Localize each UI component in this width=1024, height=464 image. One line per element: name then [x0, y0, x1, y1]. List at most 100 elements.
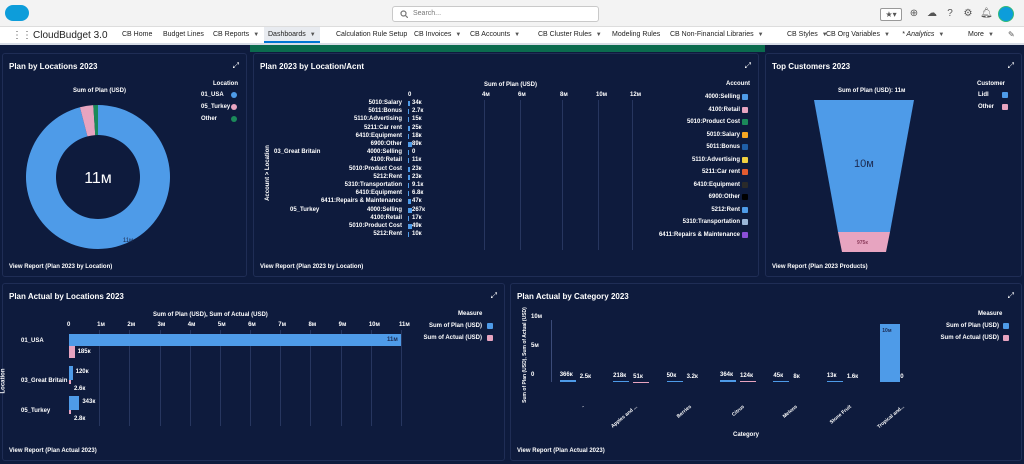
x-axis-category-label: Berries [675, 404, 693, 420]
bar-6411-repairs-maintenance[interactable] [408, 199, 412, 205]
chevron-down-icon[interactable]: ▼ [758, 27, 764, 43]
bar-plan-citrus[interactable] [720, 379, 736, 382]
bar-5212-rent[interactable] [408, 232, 409, 238]
bar-plan-05-turkey[interactable] [69, 396, 80, 410]
nav-tab-analytics[interactable]: * Analytics ▼ [898, 27, 948, 43]
user-avatar[interactable] [998, 6, 1014, 22]
bar-plan-[interactable] [559, 379, 576, 382]
nav-tab-cb-invoices[interactable]: CB Invoices ▼ [410, 27, 465, 43]
bar-5011-bonus[interactable] [408, 109, 409, 115]
bar-5211-car-rent[interactable] [408, 125, 410, 131]
bar-4000-selling[interactable] [408, 207, 412, 213]
nav-tab-cb-reports[interactable]: CB Reports ▼ [209, 27, 263, 43]
y-axis-title: Sum of Plan (USD), Sum of Actual (USD) [521, 307, 528, 403]
bar-6410-equipment[interactable] [408, 191, 409, 197]
chevron-down-icon[interactable]: ▼ [253, 27, 259, 43]
chevron-down-icon[interactable]: ▼ [938, 27, 944, 43]
view-report-link[interactable]: View Report (Plan 2023 by Location) [9, 264, 112, 270]
view-report-link[interactable]: View Report (Plan 2023 Products) [772, 264, 868, 270]
expand-icon[interactable]: ⤢ [1008, 291, 1014, 301]
legend-item-label: 4100:Retail [708, 106, 740, 113]
trailhead-icon[interactable]: ☁ [926, 8, 938, 20]
bar-5010-product-cost[interactable] [408, 224, 412, 229]
notifications-bell-icon[interactable]: 🔔︎ [980, 8, 993, 20]
bar-6410-equipment[interactable] [408, 133, 410, 139]
nav-tab-calculation-rule-setup[interactable]: Calculation Rule Setup [332, 27, 411, 43]
nav-tab-more[interactable]: More ▼ [964, 27, 998, 43]
bar-4100-retail[interactable] [408, 158, 409, 164]
nav-tab-cb-non-financial-libraries[interactable]: CB Non-Financial Libraries ▼ [666, 27, 768, 43]
bar-plan-03-great-britain[interactable] [69, 366, 73, 380]
view-report-link[interactable]: View Report (Plan Actual 2023) [517, 448, 605, 454]
bar-4100-retail[interactable] [408, 215, 410, 221]
bar-5212-rent[interactable] [408, 174, 410, 180]
bar-5110-advertising[interactable] [408, 117, 410, 123]
legend-item-label: 6411:Repairs & Maintenance [658, 231, 740, 238]
gridline [562, 100, 563, 250]
nav-tab-cb-home[interactable]: CB Home [118, 27, 156, 43]
chevron-down-icon[interactable]: ▼ [455, 27, 461, 43]
x-axis-tick: 8м [308, 322, 317, 328]
expand-icon[interactable]: ⤢ [491, 291, 497, 301]
bar-actual-value: 8к [793, 373, 800, 380]
app-launcher-icon[interactable]: ⋮⋮ [12, 31, 32, 41]
legend-item-label: Other [978, 104, 995, 110]
view-report-link[interactable]: View Report (Plan 2023 by Location) [260, 264, 363, 270]
x-axis-tick: 2м [127, 322, 136, 328]
bar-actual-05-turkey[interactable] [69, 410, 71, 414]
expand-icon[interactable]: ⤢ [745, 61, 751, 71]
donut-chart: 11м 11м [26, 105, 171, 249]
chevron-down-icon[interactable]: ▼ [310, 27, 316, 43]
nav-tab-budget-lines[interactable]: Budget Lines [159, 27, 208, 43]
bar-actual-citrus[interactable] [740, 381, 756, 382]
chevron-down-icon[interactable]: ▼ [596, 27, 602, 43]
nav-tab-cb-accounts[interactable]: CB Accounts ▼ [466, 27, 524, 43]
bar-value-label: 0 [412, 149, 416, 156]
legend-item-label: 4000:Selling [704, 94, 740, 100]
gear-icon[interactable]: ⚙ [962, 8, 974, 20]
bar-value-label: 9.1к [412, 182, 424, 188]
legend-title: Measure [978, 311, 1003, 317]
nav-tab-cb-cluster-rules[interactable]: CB Cluster Rules ▼ [534, 27, 606, 43]
expand-icon[interactable]: ⤢ [233, 61, 239, 71]
x-axis-tick: 1м [97, 322, 105, 328]
tile-plan-by-location-account: Plan 2023 by Location/Acnt ⤢ Sum of Plan… [253, 53, 759, 277]
nav-tab-label: CB Invoices [414, 31, 452, 38]
funnel-top-label: 10м [854, 158, 874, 170]
chevron-down-icon[interactable]: ▼ [988, 27, 994, 43]
x-axis-category-label: Citrus [730, 404, 746, 418]
view-report-link[interactable]: View Report (Plan Actual 2023) [9, 448, 97, 454]
help-icon[interactable]: ? [944, 8, 956, 20]
nav-tab-modeling-rules[interactable]: Modeling Rules [608, 27, 664, 43]
bar-5310-transportation[interactable] [408, 183, 409, 188]
nav-tab-dashboards[interactable]: Dashboards ▼ [264, 27, 320, 43]
bar-plan-apples-and[interactable] [613, 380, 630, 382]
bar-plan-melons[interactable] [773, 381, 790, 382]
expand-icon[interactable]: ⤢ [1008, 61, 1014, 71]
add-icon[interactable]: ⊕ [908, 8, 920, 20]
edit-pencil-icon[interactable]: ✎ [1008, 30, 1015, 39]
bar-plan-01-usa[interactable] [69, 334, 401, 346]
gridline [520, 100, 521, 250]
bar-actual-01-usa[interactable] [69, 346, 75, 358]
chart-measure-label: Sum of Plan (USD) [73, 88, 127, 94]
bar-4000-selling[interactable] [408, 150, 409, 156]
global-header: Search... ★▾ ⊕ ☁ ? ⚙ 🔔︎ [0, 0, 1024, 27]
bar-plan-value: 11м [387, 337, 398, 343]
chevron-down-icon[interactable]: ▼ [884, 27, 890, 43]
legend-swatch [742, 181, 748, 188]
bar-6900-other[interactable] [408, 142, 412, 147]
bar-5010-product-cost[interactable] [408, 166, 410, 172]
legend-swatch [1002, 104, 1008, 110]
bar-actual-03-great-britain[interactable] [69, 380, 71, 384]
bar-plan-berries[interactable] [666, 381, 683, 382]
nav-tab-cb-org-variables[interactable]: CB Org Variables ▼ [822, 27, 894, 43]
salesforce-logo[interactable] [5, 5, 29, 21]
global-search-input[interactable]: Search... [392, 6, 599, 22]
bar-plan-stone-fruit[interactable] [826, 381, 843, 382]
legend-item-label: 5110:Advertising [691, 156, 740, 163]
bar-5010-salary[interactable] [408, 101, 411, 106]
chevron-down-icon[interactable]: ▼ [514, 27, 520, 43]
favorites-star-icon[interactable]: ★▾ [880, 7, 902, 21]
legend-swatch [231, 104, 237, 110]
